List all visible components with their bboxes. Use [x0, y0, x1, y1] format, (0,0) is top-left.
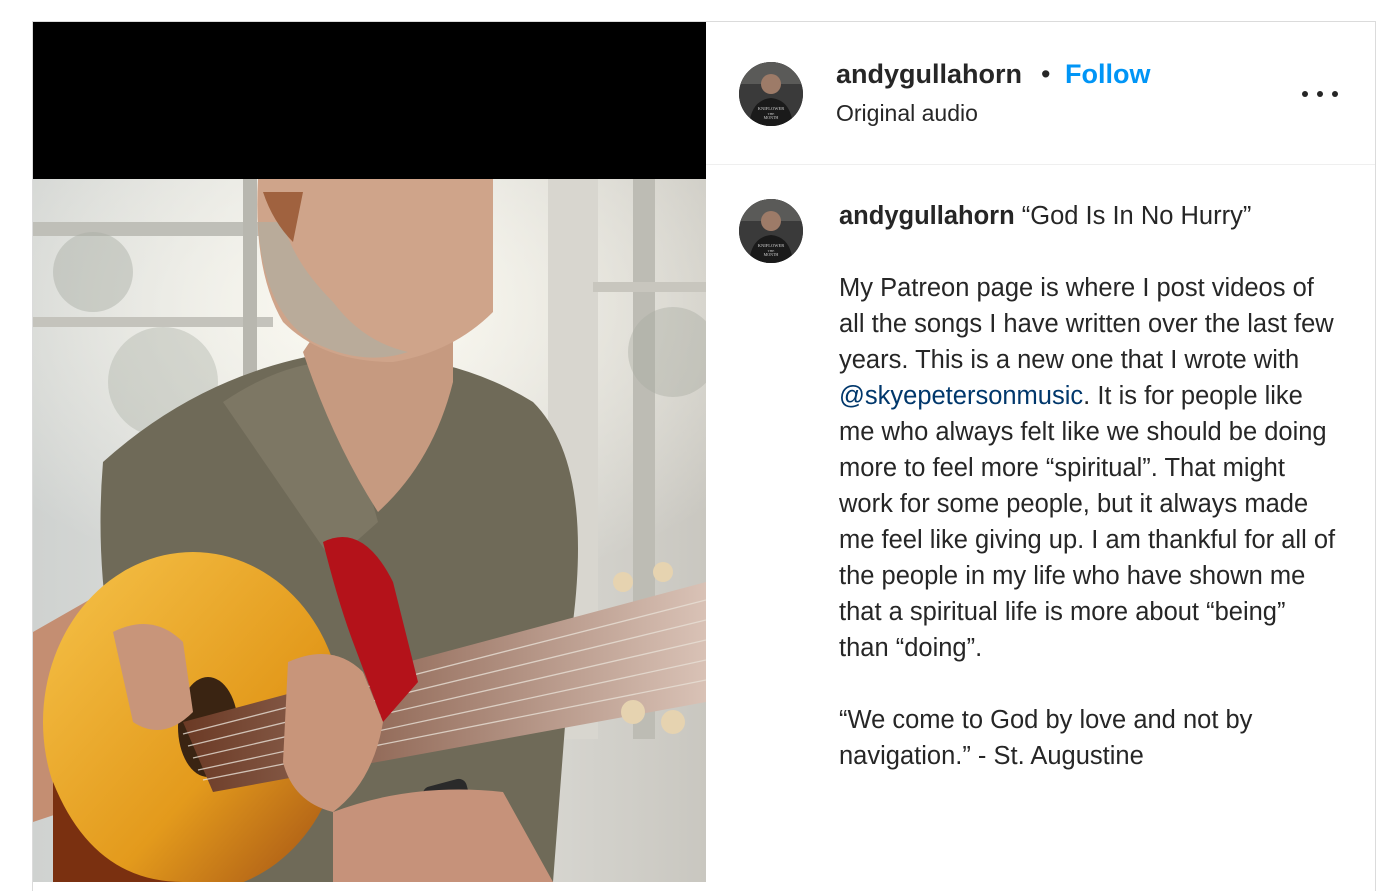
- caption-text: andygullahorn “God Is In No Hurry” My Pa…: [839, 198, 1339, 774]
- more-options-icon[interactable]: [1302, 79, 1338, 109]
- user-avatar-image: KNIFLOWER THE MONTH: [739, 62, 803, 126]
- avatar-shirt-text-3: MONTH: [764, 252, 779, 257]
- avatar-shirt-text-3: MONTH: [764, 115, 779, 120]
- video-frame-image: [33, 22, 706, 882]
- post-header: KNIFLOWER THE MONTH andygullahorn • Foll…: [706, 22, 1375, 165]
- avatar-shirt-text-1: KNIFLOWER: [758, 106, 785, 111]
- post-video[interactable]: [33, 22, 706, 882]
- caption-title-line: andygullahorn “God Is In No Hurry”: [839, 198, 1339, 234]
- separator-dot: •: [1041, 59, 1051, 89]
- caption-title: “God Is In No Hurry”: [1021, 202, 1252, 230]
- caption-avatar[interactable]: KNIFLOWER THE MONTH: [739, 199, 803, 263]
- author-username[interactable]: andygullahorn: [836, 59, 1022, 90]
- post-sidebar: KNIFLOWER THE MONTH andygullahorn • Foll…: [706, 22, 1375, 882]
- avatar[interactable]: KNIFLOWER THE MONTH: [739, 62, 803, 126]
- avatar-shirt-text-1: KNIFLOWER: [758, 243, 785, 248]
- post-card: KNIFLOWER THE MONTH andygullahorn • Foll…: [32, 21, 1376, 891]
- mention-link[interactable]: @skyepetersonmusic: [839, 382, 1083, 410]
- more-dot: [1302, 91, 1308, 97]
- caption-body-start: My Patreon page is where I post videos o…: [839, 274, 1334, 374]
- caption-quote: “We come to God by love and not by navig…: [839, 706, 1253, 770]
- follow-button[interactable]: Follow: [1065, 59, 1150, 90]
- user-avatar-image: KNIFLOWER THE MONTH: [739, 199, 803, 263]
- caption-body: My Patreon page is where I post videos o…: [839, 270, 1339, 666]
- caption-body-end: . It is for people like me who always fe…: [839, 382, 1336, 662]
- more-dot: [1317, 91, 1323, 97]
- caption-username[interactable]: andygullahorn: [839, 202, 1015, 230]
- more-dot: [1332, 91, 1338, 97]
- audio-link[interactable]: Original audio: [836, 100, 978, 127]
